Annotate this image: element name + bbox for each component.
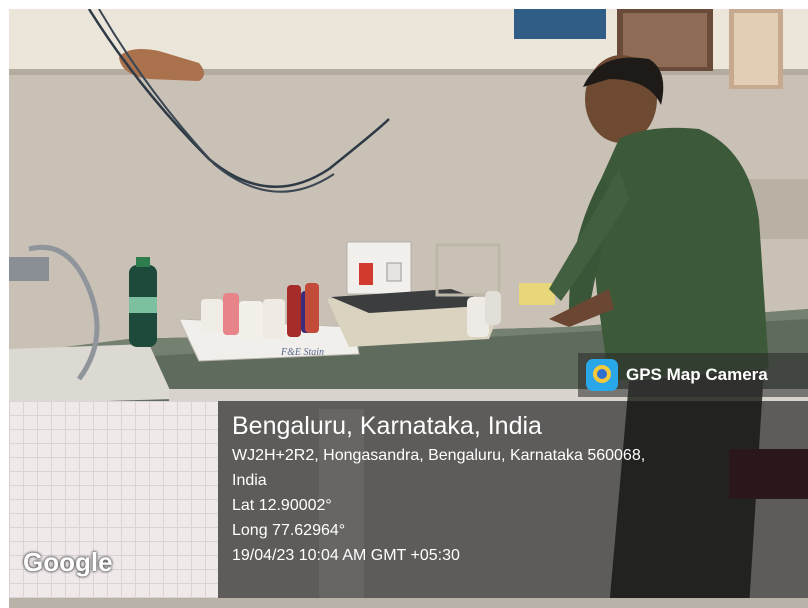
- address-line-1: WJ2H+2R2, Hongasandra, Bengaluru, Karnat…: [232, 447, 646, 464]
- map-thumbnail: Google: [9, 401, 218, 598]
- address-line-2: India: [232, 472, 267, 489]
- gps-map-camera-badge: GPS Map Camera: [578, 353, 808, 397]
- location-title: Bengaluru, Karnataka, India: [232, 412, 542, 440]
- location-info-panel: Google Bengaluru, Karnataka, India WJ2H+…: [9, 401, 808, 598]
- reagent-bottle: [239, 301, 263, 339]
- latitude: Lat 12.90002°: [232, 497, 332, 514]
- timestamp: 19/04/23 10:04 AM GMT +05:30: [232, 547, 460, 564]
- tray-label: F&E Stain: [280, 347, 324, 358]
- reagent-bottle: [223, 293, 239, 335]
- gps-map-camera-label: GPS Map Camera: [626, 365, 768, 384]
- box: [519, 283, 555, 305]
- reagent-bottle: [263, 299, 285, 339]
- location-details: Bengaluru, Karnataka, India WJ2H+2R2, Ho…: [232, 409, 645, 568]
- gps-map-camera-icon: [586, 359, 618, 391]
- reagent-bottle: [201, 299, 223, 333]
- reagent-bottle: [305, 283, 319, 333]
- google-logo: Google: [23, 547, 113, 577]
- photo-bottom-edge: [9, 598, 808, 608]
- poster: [514, 9, 606, 39]
- longitude: Long 77.62964°: [232, 522, 346, 539]
- reagent-bottle: [287, 285, 301, 337]
